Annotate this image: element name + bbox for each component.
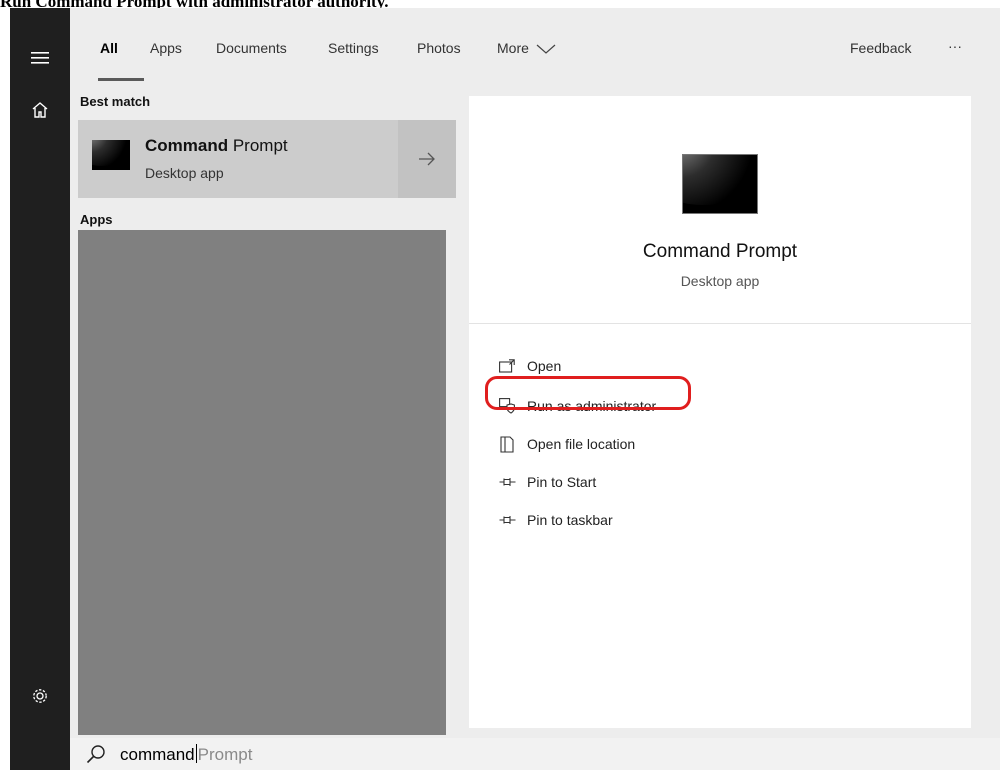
detail-pane: Command Prompt Desktop app Open Run as a… <box>469 96 971 728</box>
open-details-arrow-button[interactable] <box>398 120 456 198</box>
action-open-file-location[interactable]: Open file location <box>497 432 635 456</box>
search-bar[interactable]: command Prompt <box>70 738 1000 770</box>
action-pin-to-start[interactable]: Pin to Start <box>497 470 596 494</box>
gear-icon[interactable] <box>26 682 54 710</box>
action-pin-to-taskbar-label: Pin to taskbar <box>527 512 613 528</box>
active-tab-indicator <box>98 78 144 81</box>
file-location-icon <box>497 434 517 454</box>
more-options-button[interactable]: ··· <box>948 38 962 54</box>
tab-settings[interactable]: Settings <box>328 40 379 56</box>
arrow-right-icon <box>419 152 435 166</box>
action-pin-to-start-label: Pin to Start <box>527 474 597 490</box>
text-caret <box>195 744 197 763</box>
best-match-heading: Best match <box>80 94 151 109</box>
tab-photos[interactable]: Photos <box>417 40 461 56</box>
tab-more-label: More <box>497 40 529 56</box>
divider <box>469 323 971 324</box>
tab-more[interactable]: More <box>497 40 556 56</box>
chevron-down-icon <box>536 44 556 55</box>
filter-tabs: All Apps Documents Settings Photos More … <box>70 8 1000 88</box>
start-search-window: All Apps Documents Settings Photos More … <box>10 8 1000 770</box>
best-match-title: Command Prompt <box>145 136 288 155</box>
feedback-link[interactable]: Feedback <box>850 40 911 56</box>
results-pane: Best match Command Prompt Desktop app Ap… <box>70 88 458 738</box>
hamburger-menu-icon[interactable] <box>26 44 54 72</box>
apps-heading: Apps <box>80 212 113 227</box>
search-suggestion: Prompt <box>197 745 253 764</box>
apps-results-redacted <box>78 230 446 735</box>
home-icon[interactable] <box>26 96 54 124</box>
detail-subtitle: Desktop app <box>680 273 760 289</box>
best-match-subtitle: Desktop app <box>145 165 224 181</box>
search-typed-text: command <box>120 745 195 764</box>
tab-all[interactable]: All <box>100 40 118 56</box>
left-rail <box>10 8 70 770</box>
action-open[interactable]: Open <box>497 354 561 378</box>
command-prompt-large-icon <box>682 154 758 214</box>
action-open-label: Open <box>527 358 562 374</box>
open-window-icon <box>497 356 517 376</box>
pin-icon <box>497 472 517 492</box>
action-open-file-location-label: Open file location <box>527 436 636 452</box>
search-icon <box>86 745 105 764</box>
best-match-result[interactable]: Command Prompt Desktop app <box>78 120 398 198</box>
pin-icon <box>497 510 517 530</box>
action-pin-to-taskbar[interactable]: Pin to taskbar <box>497 508 613 532</box>
highlight-annotation-ring <box>485 376 691 410</box>
tab-apps[interactable]: Apps <box>150 40 182 56</box>
search-input[interactable]: command Prompt <box>120 744 252 765</box>
detail-title: Command Prompt <box>642 241 798 262</box>
command-prompt-icon <box>92 140 130 170</box>
tab-documents[interactable]: Documents <box>216 40 287 56</box>
